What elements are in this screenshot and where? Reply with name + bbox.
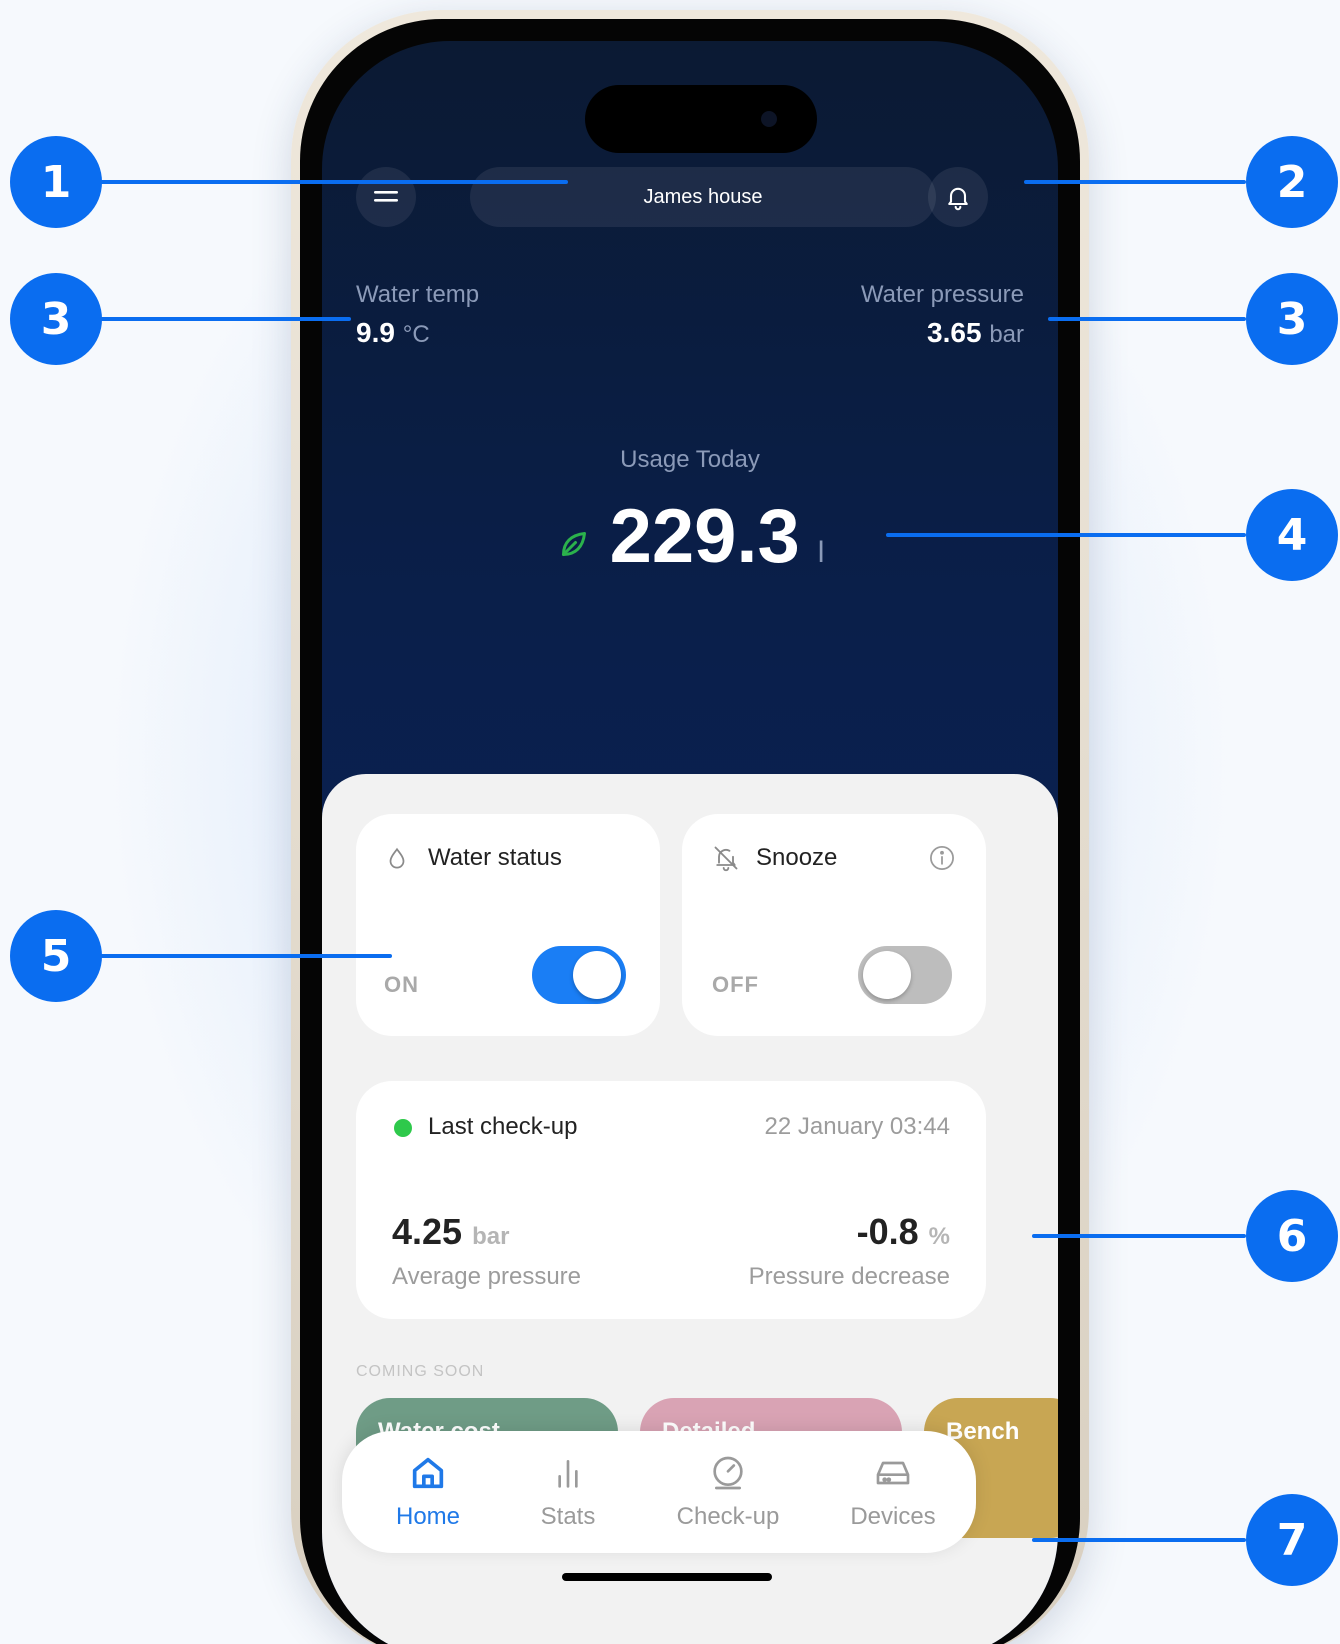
home-indicator — [562, 1573, 772, 1581]
callout-line-2 — [1024, 180, 1246, 184]
toggle-knob — [573, 951, 621, 999]
water-pressure-unit: bar — [989, 321, 1024, 348]
tab-label: Devices — [850, 1503, 936, 1530]
usage-value: 229.3 — [609, 494, 800, 579]
water-pressure-label: Water pressure — [860, 281, 1024, 308]
app-screen: James house Water temp 9.9 °C Water pres… — [322, 41, 1058, 1644]
camera-icon — [761, 111, 777, 127]
pressure-decrease-number: -0.8 — [856, 1211, 919, 1252]
home-icon — [412, 1457, 444, 1489]
callout-line-1 — [98, 180, 568, 184]
bell-icon — [948, 187, 968, 211]
avg-pressure-label: Average pressure — [392, 1263, 581, 1290]
dynamic-island — [585, 85, 817, 153]
water-drop-icon — [389, 847, 405, 869]
callout-7: 7 — [1246, 1494, 1338, 1586]
avg-pressure-unit: bar — [472, 1223, 510, 1250]
usage-label: Usage Today — [620, 446, 760, 473]
callout-line-3-right — [1048, 317, 1246, 321]
water-pressure-number: 3.65 — [927, 317, 982, 348]
house-name: James house — [643, 185, 763, 208]
tab-label: Stats — [540, 1503, 596, 1530]
pressure-decrease-unit: % — [928, 1223, 950, 1250]
callout-3-left: 3 — [10, 273, 102, 365]
tab-label: Check-up — [676, 1503, 780, 1530]
phone-frame: James house Water temp 9.9 °C Water pres… — [291, 10, 1089, 1644]
menu-button[interactable] — [356, 167, 416, 227]
tab-label: Home — [395, 1503, 461, 1530]
water-temp-number: 9.9 — [356, 317, 395, 348]
callout-line-3-left — [98, 317, 351, 321]
status-dot — [394, 1119, 412, 1137]
callout-line-7 — [1032, 1538, 1246, 1542]
water-temp-value: 9.9 °C — [356, 317, 430, 349]
stats-icon — [558, 1460, 578, 1488]
snooze-card: Snooze OFF — [682, 814, 986, 1036]
checkup-title: Last check-up — [428, 1113, 578, 1140]
house-selector[interactable]: James house — [470, 167, 936, 227]
hamburger-icon — [374, 191, 398, 202]
callout-line-4 — [886, 533, 1246, 537]
water-pressure-value: 3.65 bar — [927, 317, 1024, 349]
callout-2: 2 — [1246, 136, 1338, 228]
avg-pressure-value: 4.25 bar — [392, 1211, 509, 1253]
callout-6: 6 — [1246, 1190, 1338, 1282]
phone-bezel: James house Water temp 9.9 °C Water pres… — [300, 19, 1080, 1644]
usage-unit: l — [817, 536, 825, 569]
last-checkup-card[interactable]: Last check-up 22 January 03:44 4.25 bar … — [356, 1081, 986, 1319]
tab-bar: Home Stats Check-up Devices — [342, 1431, 976, 1553]
device-icon — [876, 1461, 910, 1485]
callout-5: 5 — [10, 910, 102, 1002]
callout-4: 4 — [1246, 489, 1338, 581]
callout-line-6 — [1032, 1234, 1246, 1238]
callout-3-right: 3 — [1246, 273, 1338, 365]
callout-line-5 — [98, 954, 392, 958]
coming-soon-label: COMING SOON — [356, 1363, 485, 1380]
water-status-title: Water status — [428, 844, 562, 871]
water-temp-unit: °C — [402, 321, 430, 348]
tab-checkup[interactable]: Check-up — [658, 1431, 798, 1553]
tab-stats[interactable]: Stats — [508, 1431, 628, 1553]
toggle-knob — [863, 951, 911, 999]
tab-devices[interactable]: Devices — [828, 1431, 958, 1553]
snooze-state: OFF — [712, 972, 759, 997]
bell-off-icon — [714, 846, 738, 872]
gauge-icon — [713, 1456, 743, 1490]
tab-home[interactable]: Home — [368, 1431, 488, 1553]
pressure-decrease-value: -0.8 % — [857, 1211, 950, 1253]
water-status-toggle[interactable] — [532, 946, 626, 1004]
avg-pressure-number: 4.25 — [392, 1211, 463, 1252]
info-icon[interactable] — [928, 844, 956, 872]
snooze-toggle[interactable] — [858, 946, 952, 1004]
notifications-button[interactable] — [928, 167, 988, 227]
callout-1: 1 — [10, 136, 102, 228]
pressure-decrease-label: Pressure decrease — [748, 1263, 950, 1290]
leaf-icon — [561, 531, 586, 556]
water-status-state: ON — [384, 972, 419, 997]
water-temp-label: Water temp — [356, 281, 480, 308]
water-status-card: Water status ON — [356, 814, 660, 1036]
snooze-title: Snooze — [756, 844, 838, 871]
checkup-datetime: 22 January 03:44 — [764, 1113, 950, 1140]
